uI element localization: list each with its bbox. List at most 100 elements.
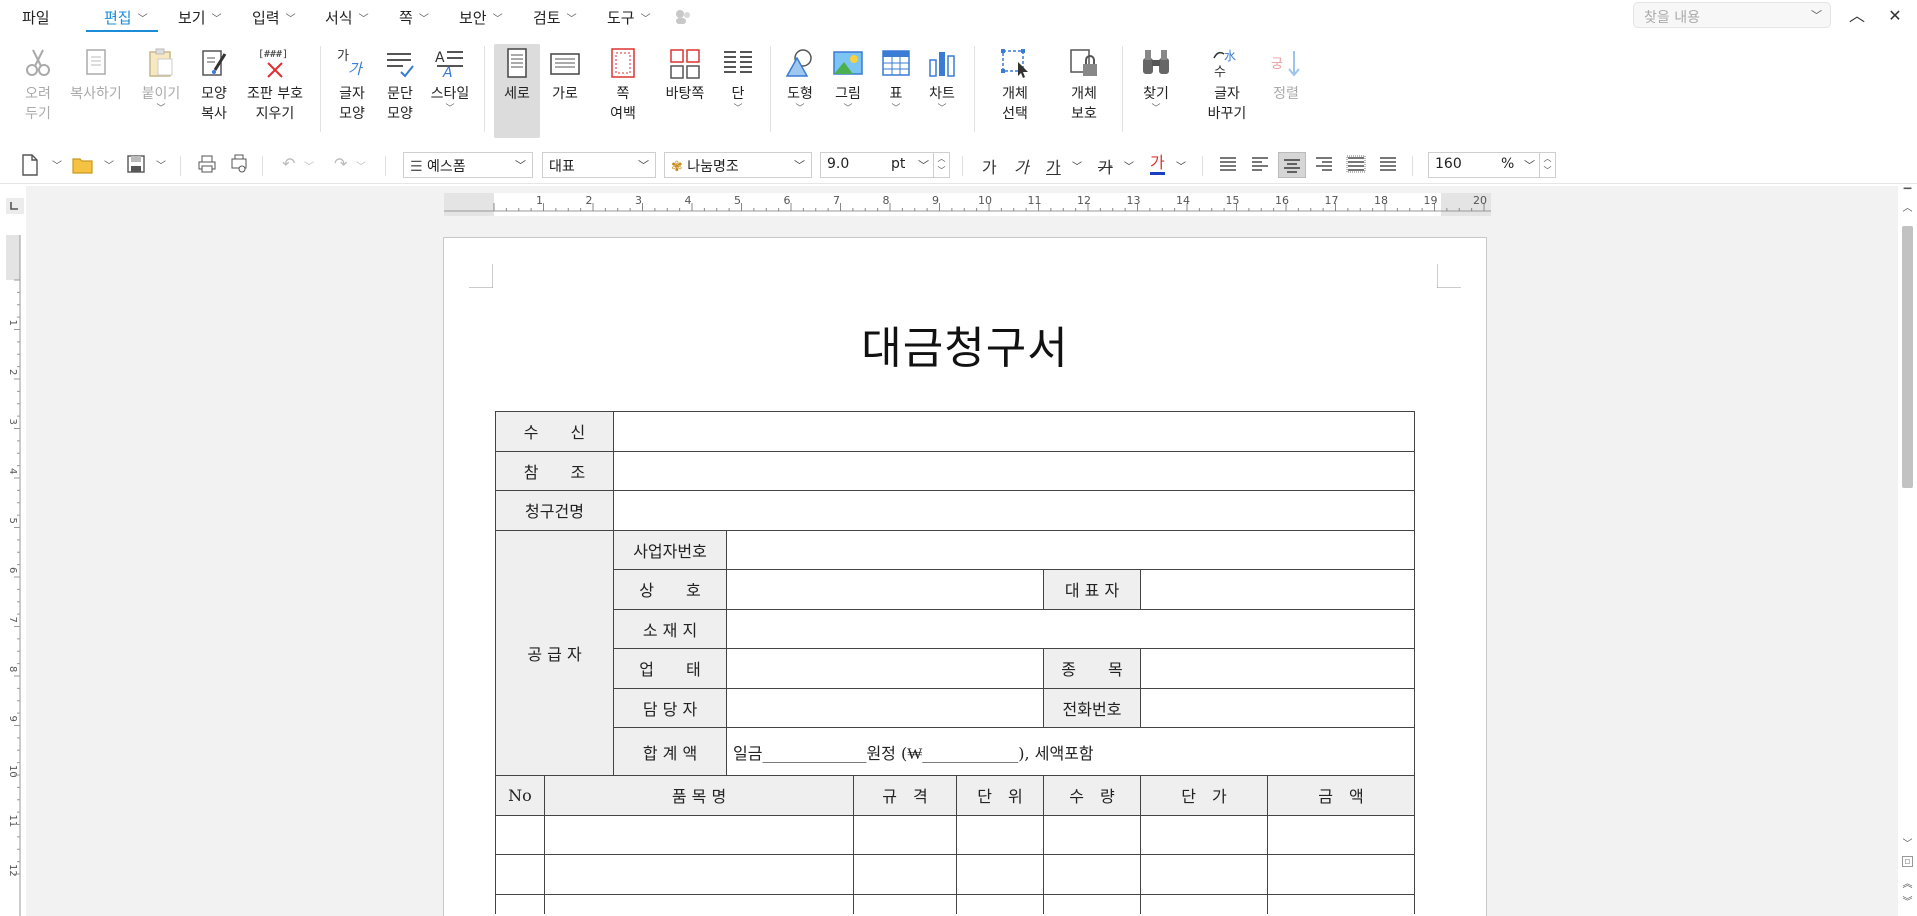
table-cell[interactable]	[1140, 814, 1268, 855]
tab-review[interactable]: 검토 ﹀	[533, 6, 577, 28]
align-left-button[interactable]	[1250, 154, 1272, 176]
document-page[interactable]: 대금청구서 수 신 참 조 청구건명 공 급 자 사업자번호 상 호 대 표 자…	[443, 237, 1487, 916]
table-cell[interactable]	[495, 814, 545, 855]
address-field[interactable]	[726, 608, 1415, 649]
table-cell[interactable]	[1267, 893, 1415, 914]
bold-button[interactable]: 가	[982, 154, 997, 178]
style-button[interactable]: AA 스타일 ﹀	[428, 46, 472, 138]
vertical-scrollbar[interactable]: ▔ ︿ ﹀ □ ︽ ︾	[1898, 186, 1917, 916]
table-cell[interactable]	[853, 814, 957, 855]
clear-format-button[interactable]: [###] 조판 부호 지우기	[243, 46, 307, 138]
format-copy-button[interactable]: 모양 복사	[194, 46, 234, 138]
biz-no-field[interactable]	[726, 529, 1415, 570]
ceo-field[interactable]	[1140, 569, 1415, 610]
table-cell[interactable]	[1043, 854, 1141, 895]
table-cell[interactable]	[495, 893, 545, 914]
object-select-button[interactable]: 개체 선택	[990, 46, 1040, 138]
tab-insert[interactable]: 입력 ﹀	[252, 6, 296, 28]
table-cell[interactable]	[1267, 854, 1415, 895]
sort-button[interactable]: 궁 정렬	[1266, 46, 1306, 138]
shape-button[interactable]: 도형 ﹀	[780, 46, 820, 138]
object-protect-button[interactable]: 개체 보호	[1058, 46, 1110, 138]
new-document-button[interactable]: ﹀	[20, 154, 62, 176]
page-down-icon[interactable]: ︾	[1900, 896, 1915, 910]
vertical-ruler[interactable]: 1 2 3 4 5 6 7 8 9 10 11 12	[4, 235, 24, 916]
horizontal-ruler[interactable]: 1 2 3 4 5 6 7 8 9 10 11 12 13 14 15 16 17 18 19 20	[444, 193, 1491, 216]
print-button[interactable]	[197, 154, 219, 176]
table-cell[interactable]	[1140, 893, 1268, 914]
billing-name-field[interactable]	[613, 490, 1415, 531]
char-shape-button[interactable]: 가가 글자 모양	[332, 46, 372, 138]
align-distribute-button[interactable]	[1346, 154, 1368, 176]
replace-button[interactable]: 水수 글자 바꾸기	[1198, 46, 1256, 138]
table-cell[interactable]	[1043, 814, 1141, 855]
total-field[interactable]: 일금_____________원정 (₩____________), 세액포함	[726, 727, 1415, 776]
tab-page[interactable]: 쪽 ﹀	[399, 6, 429, 28]
align-justify-button[interactable]	[1218, 154, 1240, 176]
page-view-icon[interactable]: □	[1902, 856, 1913, 867]
chart-button[interactable]: 차트 ﹀	[922, 46, 962, 138]
table-cell[interactable]	[1140, 854, 1268, 895]
para-shape-button[interactable]: 문단 모양	[380, 46, 420, 138]
table-cell[interactable]	[544, 854, 854, 895]
company-field[interactable]	[726, 569, 1044, 610]
scroll-down-icon[interactable]: ﹀	[1900, 838, 1915, 852]
table-cell[interactable]	[1043, 893, 1141, 914]
paragraph-style-select[interactable]: 대표 ﹀	[542, 152, 656, 178]
manager-field[interactable]	[726, 687, 1044, 728]
table-cell[interactable]	[853, 854, 957, 895]
font-select[interactable]: ✾ 나눔명조 ﹀	[664, 152, 812, 178]
page-up-icon[interactable]: ︽	[1900, 878, 1915, 892]
paste-button[interactable]: 붙이기 ﹀	[136, 46, 186, 138]
cut-button[interactable]: 오려 두기	[18, 46, 58, 138]
share-icon[interactable]	[672, 7, 692, 27]
font-size-stepper[interactable]: ︿ ﹀	[934, 152, 950, 178]
scroll-top-icon[interactable]: ▔	[1900, 188, 1915, 202]
business-field[interactable]	[726, 648, 1044, 689]
landscape-button[interactable]: 가로	[546, 46, 584, 138]
table-cell[interactable]	[495, 854, 545, 895]
scroll-up-icon[interactable]: ︿	[1900, 202, 1915, 216]
open-file-button[interactable]: ﹀	[72, 154, 116, 176]
undo-icon[interactable]: ↶	[282, 154, 295, 173]
table-cell[interactable]	[544, 814, 854, 855]
background-page-button[interactable]: 바탕쪽	[660, 46, 710, 138]
find-button[interactable]: 찾기 ﹀	[1136, 46, 1176, 138]
print-preview-button[interactable]	[229, 154, 251, 176]
phone-field[interactable]	[1140, 687, 1415, 728]
copy-button[interactable]: 복사하기	[66, 46, 126, 138]
margin-button[interactable]: 쪽 여백	[604, 46, 642, 138]
tab-view[interactable]: 보기 ﹀	[178, 6, 222, 28]
table-cell[interactable]	[853, 893, 957, 914]
picture-button[interactable]: 그림 ﹀	[828, 46, 868, 138]
align-center-button[interactable]	[1278, 152, 1306, 178]
collapse-ribbon-icon[interactable]: ︿	[1845, 4, 1869, 28]
scrollbar-thumb[interactable]	[1902, 226, 1913, 488]
align-split-button[interactable]	[1378, 154, 1400, 176]
close-icon[interactable]: ✕	[1883, 4, 1907, 28]
tab-tools[interactable]: 도구 ﹀	[607, 6, 651, 28]
tab-security[interactable]: 보안 ﹀	[459, 6, 503, 28]
column-button[interactable]: 단 ﹀	[718, 46, 758, 138]
tab-format[interactable]: 서식 ﹀	[325, 6, 369, 28]
portrait-button[interactable]: 세로	[494, 44, 540, 138]
table-cell[interactable]	[956, 814, 1044, 855]
table-cell[interactable]	[544, 893, 854, 914]
zoom-input[interactable]: 160% ﹀	[1428, 152, 1540, 178]
font-color-button[interactable]: 가	[1150, 154, 1165, 175]
style-select[interactable]: ☰ 예스폼 ﹀	[403, 152, 533, 178]
search-input[interactable]: 찾을 내용 ﹀	[1633, 2, 1831, 28]
underline-button[interactable]: 가	[1046, 154, 1061, 178]
save-button[interactable]: ﹀	[126, 154, 170, 176]
reference-field[interactable]	[613, 450, 1415, 491]
italic-button[interactable]: 가	[1014, 154, 1029, 178]
table-cell[interactable]	[956, 893, 1044, 914]
table-cell[interactable]	[1267, 814, 1415, 855]
recipient-field[interactable]	[613, 411, 1415, 452]
align-right-button[interactable]	[1314, 154, 1336, 176]
font-size-input[interactable]: 9.0 pt ﹀	[820, 152, 934, 178]
tab-edit[interactable]: 편집 ﹀	[104, 6, 148, 28]
strikethrough-button[interactable]: 가	[1098, 154, 1113, 178]
table-button[interactable]: 표 ﹀	[876, 46, 916, 138]
ruler-corner-icon[interactable]	[6, 198, 24, 214]
